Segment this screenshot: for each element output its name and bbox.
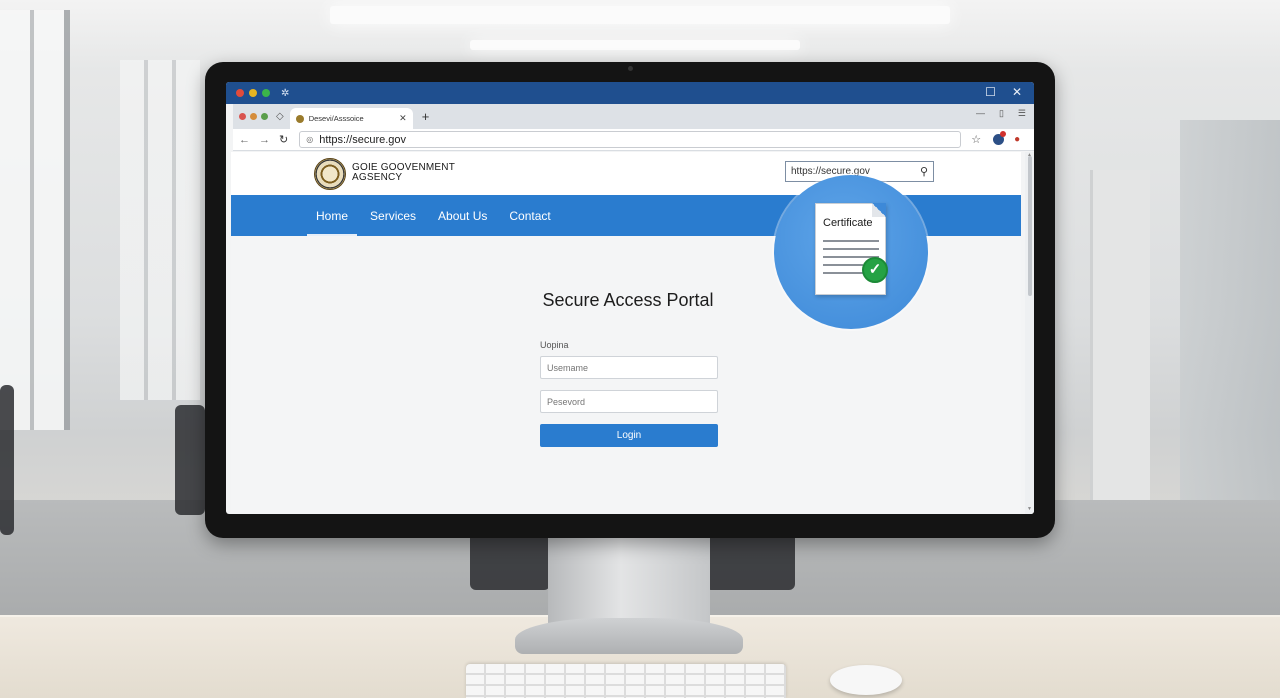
- favicon-icon: [295, 114, 304, 123]
- agency-seal-logo[interactable]: [314, 158, 346, 190]
- nav-contact[interactable]: Contact: [509, 195, 550, 236]
- webcam: [628, 66, 633, 71]
- tab-title: Desevi/Asssoice: [308, 114, 364, 123]
- nav-services[interactable]: Services: [370, 195, 416, 236]
- check-icon: ✓: [862, 257, 888, 283]
- tab-dot-red: [239, 113, 246, 120]
- password-field[interactable]: [540, 390, 718, 413]
- ceiling-light: [330, 6, 950, 24]
- reload-icon[interactable]: ↻: [279, 133, 288, 146]
- nav-home[interactable]: Home: [306, 195, 358, 236]
- office-window: [0, 10, 70, 430]
- sidebar-icon[interactable]: ▯: [999, 108, 1004, 119]
- maximize-window-dot[interactable]: [262, 89, 270, 97]
- monitor-stand: [548, 530, 710, 630]
- office-door: [1090, 170, 1150, 500]
- new-tab-button[interactable]: +: [422, 109, 430, 124]
- certificate-line: [823, 240, 879, 242]
- monitor-base: [515, 618, 743, 654]
- minimize-window-dot[interactable]: [249, 89, 257, 97]
- diamond-icon[interactable]: ◇: [276, 111, 284, 122]
- certificate-title: Certificate: [823, 217, 873, 229]
- certificate-line: [823, 264, 863, 266]
- search-icon[interactable]: ⚲: [920, 165, 928, 178]
- office-window: [120, 60, 200, 400]
- minimize-icon[interactable]: —: [976, 108, 985, 119]
- address-bar[interactable]: ◎ https://secure.gov: [299, 131, 962, 148]
- browser-window: ✲ ☐ ✕ ◇ Desevi/Asssoice ✕ + — ▯ ☰ ← → ↻ …: [226, 82, 1034, 514]
- scroll-down-icon[interactable]: ▼: [1027, 506, 1032, 512]
- lock-icon: ◎: [306, 135, 314, 144]
- agency-name[interactable]: GOIE GOOVENMENT AGSENCY: [352, 163, 455, 183]
- tab-dot-orange: [250, 113, 257, 120]
- forward-arrow-icon[interactable]: →: [259, 134, 270, 146]
- tab-dot-green: [261, 113, 268, 120]
- back-arrow-icon[interactable]: ←: [239, 134, 250, 146]
- site-header: GOIE GOOVENMENT AGSENCY https://secure.g…: [231, 152, 1021, 195]
- tab-bar: ◇ Desevi/Asssoice ✕ + — ▯ ☰: [233, 104, 1034, 129]
- profile-icon[interactable]: [993, 131, 1007, 145]
- certificate-line: [823, 272, 863, 274]
- computer-mouse: [830, 665, 902, 695]
- star-icon[interactable]: ☆: [971, 133, 981, 146]
- close-window-dot[interactable]: [236, 89, 244, 97]
- username-field[interactable]: [540, 356, 718, 379]
- nav-about-us[interactable]: About Us: [438, 195, 487, 236]
- office-chair: [0, 385, 14, 535]
- tab-close-icon[interactable]: ✕: [399, 113, 407, 124]
- extension-icon[interactable]: ●: [1014, 134, 1020, 145]
- menu-icon[interactable]: ☰: [1018, 108, 1026, 119]
- restore-window-icon[interactable]: ☐: [985, 85, 996, 99]
- agency-name-line2: AGSENCY: [352, 172, 403, 183]
- login-form-label: Uopina: [540, 340, 569, 350]
- address-url: https://secure.gov: [319, 133, 407, 146]
- certificate-line: [823, 248, 879, 250]
- ceiling-light: [470, 40, 800, 50]
- scrollbar-thumb[interactable]: [1028, 156, 1032, 296]
- login-button[interactable]: Login: [540, 424, 718, 447]
- browser-tab[interactable]: Desevi/Asssoice ✕: [289, 108, 413, 129]
- scroll-up-icon[interactable]: ▲: [1027, 152, 1032, 158]
- browser-toolbar: ← → ↻ ◎ https://secure.gov ☆ ●: [233, 129, 1034, 151]
- window-titlebar: ✲ ☐ ✕: [226, 82, 1034, 104]
- keyboard: [466, 664, 786, 698]
- office-chair: [175, 405, 205, 515]
- settings-icon[interactable]: ✲: [281, 88, 289, 99]
- close-window-icon[interactable]: ✕: [1012, 85, 1022, 99]
- glass-partition: [1180, 120, 1280, 540]
